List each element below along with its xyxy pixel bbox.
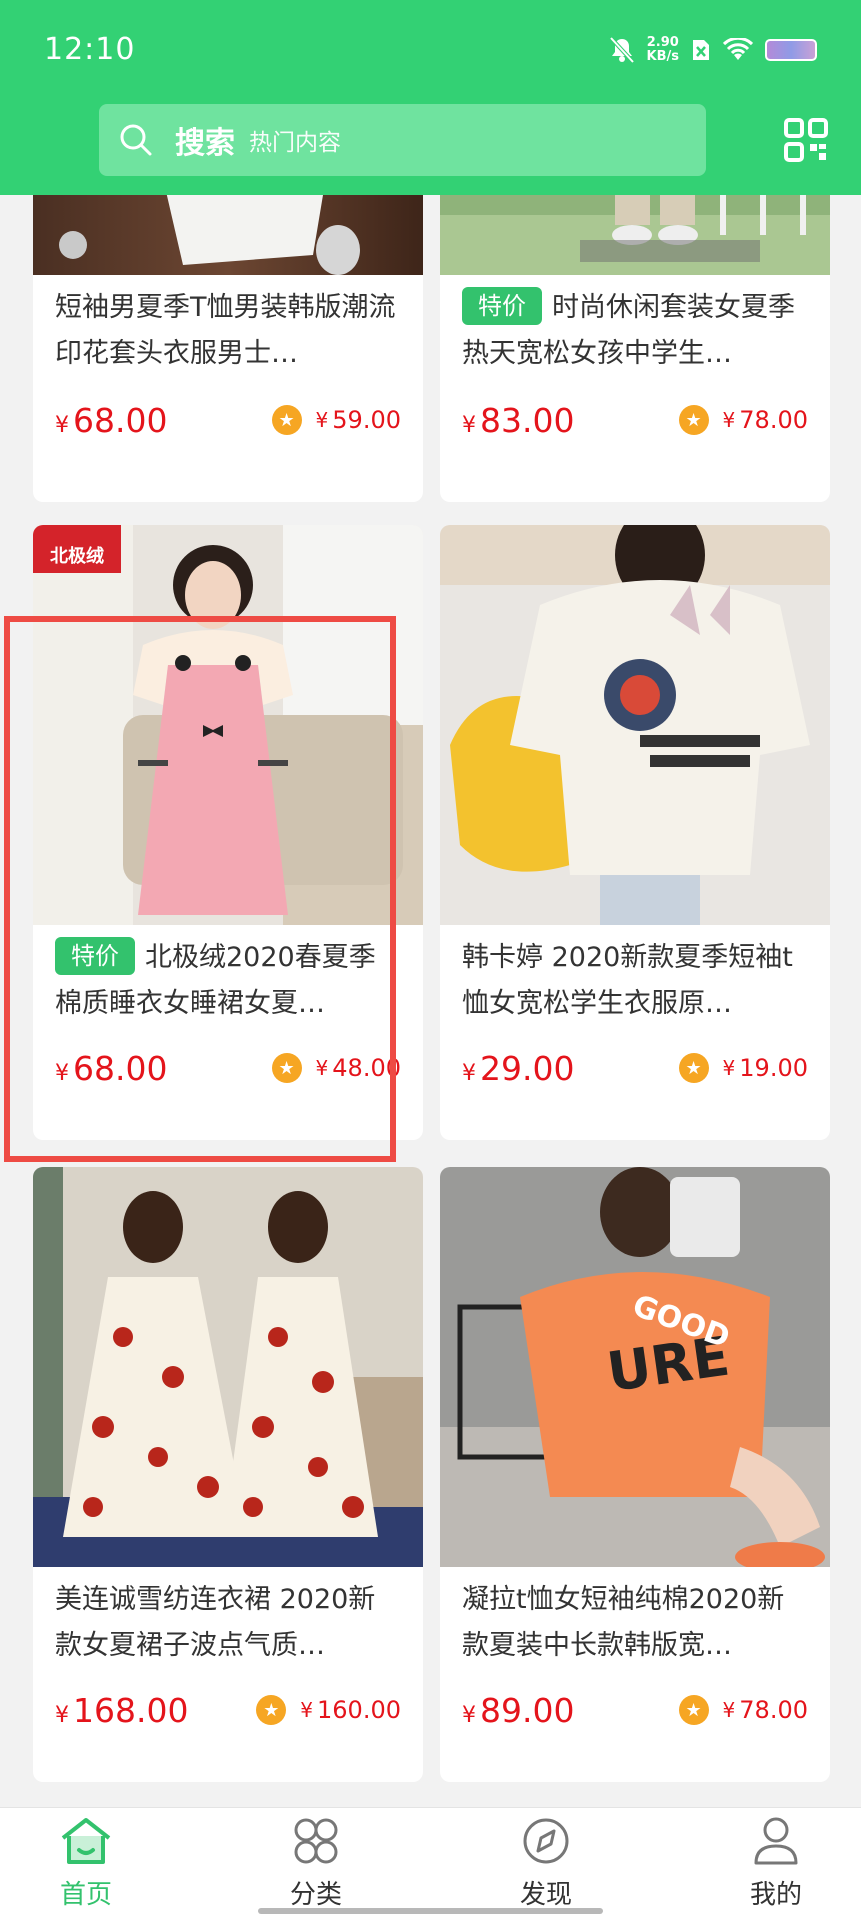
product-image — [33, 1167, 423, 1567]
star-badge-icon: ★ — [678, 1053, 709, 1083]
bottom-nav: 首页 分类 发现 我的 — [0, 1807, 861, 1920]
product-price: ¥ 68.00 — [55, 1049, 168, 1088]
product-image — [440, 525, 830, 925]
sale-tag: 特价 — [55, 937, 135, 975]
category-grid-icon — [294, 1818, 338, 1864]
product-card[interactable]: URE GOOD 凝拉t恤女短袖纯棉2020新款夏装中长款韩版宽… ¥ 89.0… — [440, 1167, 830, 1782]
search-placeholder: 热门内容 — [249, 130, 341, 156]
member-price: ★ ¥ 78.00 — [678, 405, 808, 435]
product-price: ¥ 89.00 — [462, 1691, 575, 1730]
wifi-icon — [723, 38, 753, 60]
product-card[interactable]: 美连诚雪纺连衣裙 2020新款女夏裙子波点气质… ¥ 168.00 ★ ¥ 16… — [33, 1167, 423, 1782]
product-price: ¥ 68.00 — [55, 401, 168, 440]
sale-tag: 特价 — [462, 287, 542, 325]
product-card[interactable]: 北极绒 特价 北极绒2020春夏季棉质睡衣女睡裙女夏… ¥ 68.00 ★ ¥ 4… — [33, 525, 423, 1140]
status-icons: 2.90 KB/s — [609, 32, 817, 68]
nav-item-discover[interactable]: 发现 — [476, 1816, 616, 1916]
profile-icon — [754, 1817, 798, 1865]
nav-item-category[interactable]: 分类 — [246, 1816, 386, 1916]
member-price: ★ ¥ 160.00 — [256, 1695, 401, 1725]
product-card[interactable]: 韩卡婷 2020新款夏季短袖t恤女宽松学生衣服原… ¥ 29.00 ★ ¥ 19… — [440, 525, 830, 1140]
mute-bell-icon — [609, 36, 635, 64]
home-icon — [61, 1818, 111, 1864]
nav-item-home[interactable]: 首页 — [16, 1816, 156, 1916]
product-image — [33, 195, 423, 275]
no-sim-icon — [693, 40, 709, 60]
search-label: 搜索 — [175, 126, 235, 161]
product-title: 美连诚雪纺连衣裙 2020新款女夏裙子波点气质… — [55, 1584, 376, 1661]
star-badge-icon: ★ — [678, 1695, 709, 1725]
product-image: 北极绒 — [33, 525, 423, 925]
product-price: ¥ 83.00 — [462, 401, 575, 440]
product-price: ¥ 29.00 — [462, 1049, 575, 1088]
product-image: URE GOOD — [440, 1167, 830, 1567]
star-badge-icon: ★ — [256, 1695, 287, 1725]
product-title: 短袖男夏季T恤男装韩版潮流印花套头衣服男士… — [55, 292, 396, 369]
search-bar[interactable]: 搜索 热门内容 — [99, 104, 706, 176]
product-title: 特价 北极绒2020春夏季棉质睡衣女睡裙女夏… — [55, 935, 401, 1027]
product-title: 凝拉t恤女短袖纯棉2020新款夏装中长款韩版宽… — [462, 1584, 785, 1661]
home-indicator[interactable] — [258, 1908, 603, 1914]
product-title: 韩卡婷 2020新款夏季短袖t恤女宽松学生衣服原… — [462, 942, 793, 1019]
brand-logo: 北极绒 — [33, 525, 121, 573]
product-image — [440, 195, 830, 275]
star-badge-icon: ★ — [271, 1053, 302, 1083]
status-time: 12:10 — [44, 32, 136, 67]
member-price: ★ ¥ 48.00 — [271, 1053, 401, 1083]
nav-item-profile[interactable]: 我的 — [706, 1816, 846, 1916]
qr-scan-icon[interactable] — [784, 118, 828, 162]
net-speed: 2.90 KB/s — [646, 35, 679, 64]
star-badge-icon: ★ — [271, 405, 302, 435]
battery-icon — [765, 39, 817, 61]
search-icon — [120, 124, 152, 156]
member-price: ★ ¥ 59.00 — [271, 405, 401, 435]
product-grid: 短袖男夏季T恤男装韩版潮流印花套头衣服男士… ¥ 68.00 ★ ¥ 59.00 — [0, 195, 861, 1807]
product-title: 特价 时尚休闲套装女夏季热天宽松女孩中学生… — [462, 285, 808, 377]
product-price: ¥ 168.00 — [55, 1691, 189, 1730]
star-badge-icon: ★ — [678, 405, 709, 435]
compass-icon — [523, 1818, 569, 1864]
status-bar: 12:10 2.90 KB/s — [0, 0, 861, 100]
product-card[interactable]: 短袖男夏季T恤男装韩版潮流印花套头衣服男士… ¥ 68.00 ★ ¥ 59.00 — [33, 195, 423, 502]
product-card[interactable]: 特价 时尚休闲套装女夏季热天宽松女孩中学生… ¥ 83.00 ★ ¥ 78.00 — [440, 195, 830, 502]
member-price: ★ ¥ 19.00 — [678, 1053, 808, 1083]
app-header: 12:10 2.90 KB/s 搜索 热门内容 — [0, 0, 861, 195]
member-price: ★ ¥ 78.00 — [678, 1695, 808, 1725]
